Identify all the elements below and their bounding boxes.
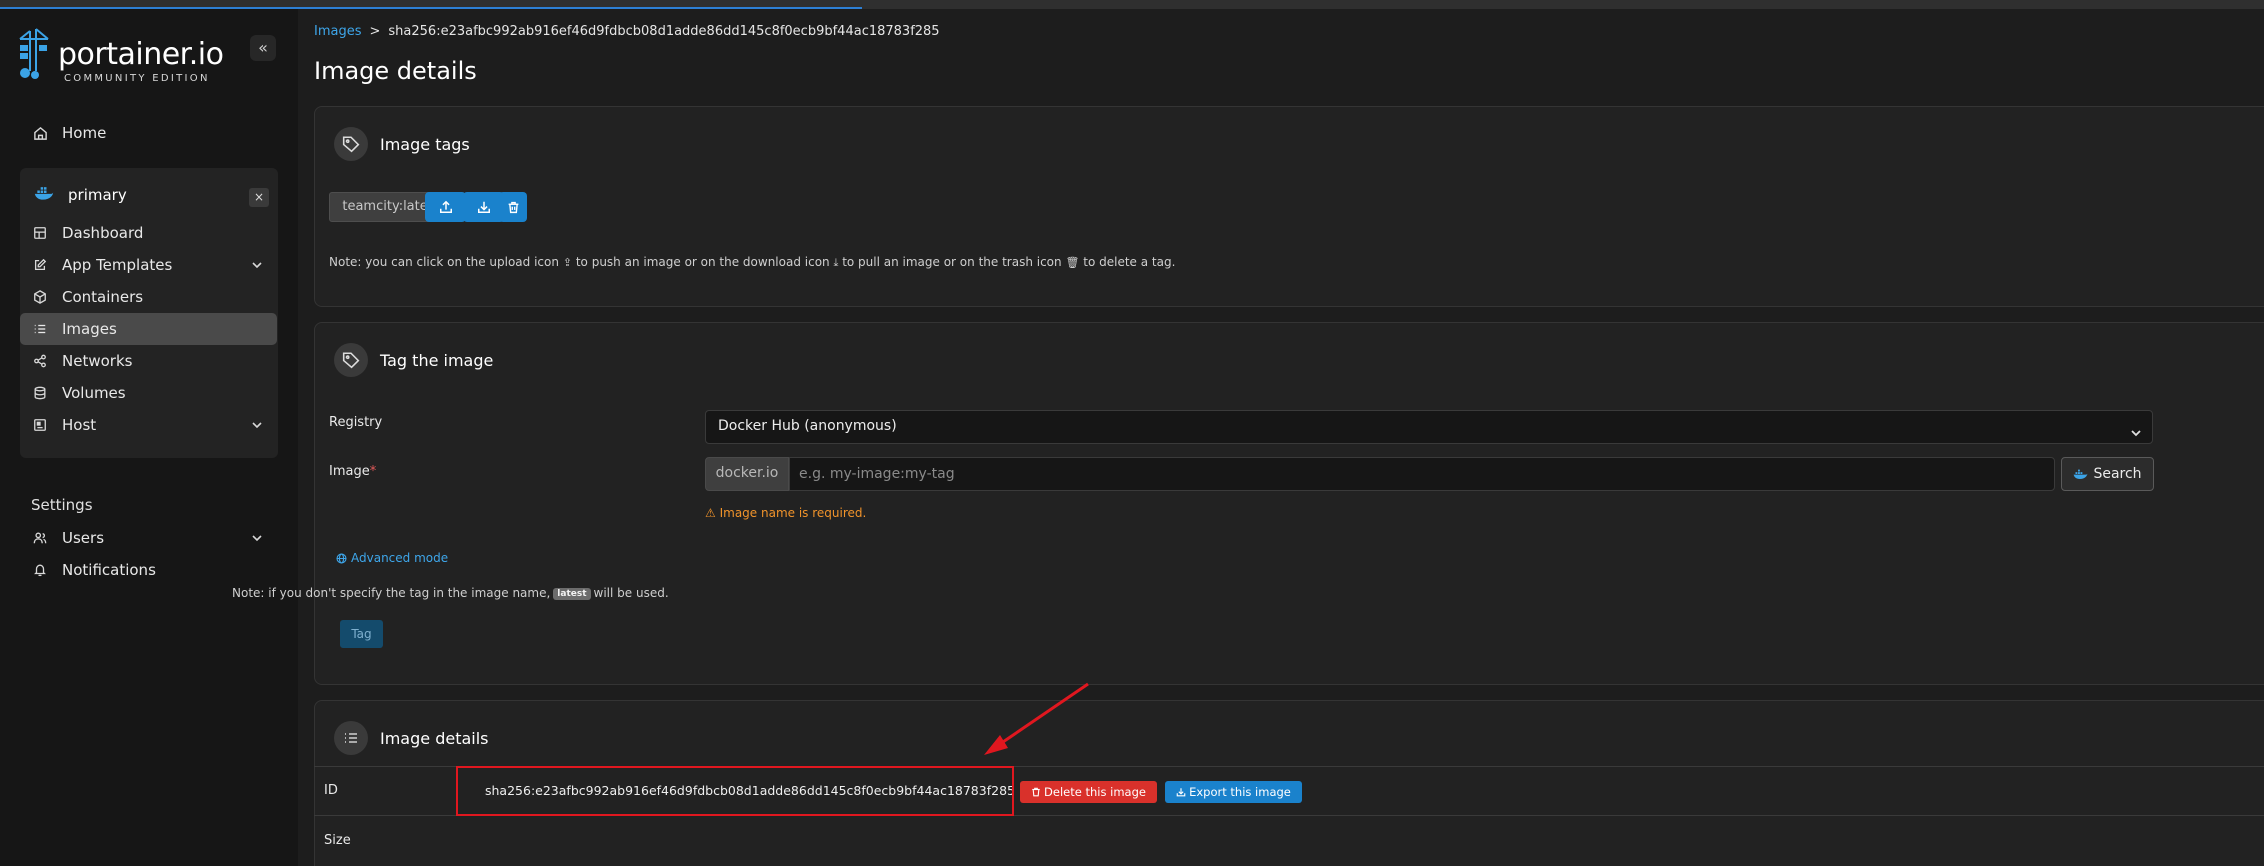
annotation-arrow-icon <box>984 682 1089 755</box>
